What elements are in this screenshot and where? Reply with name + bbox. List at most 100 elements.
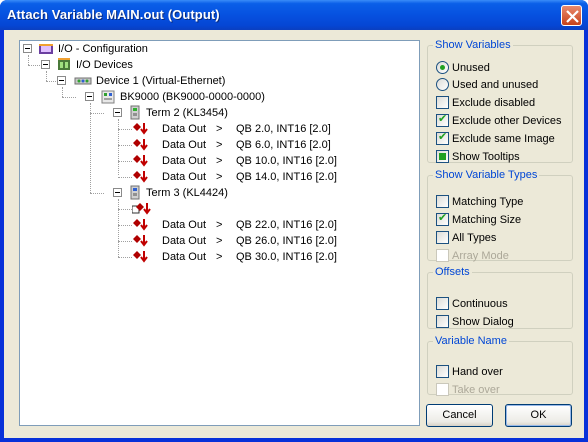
collapse-icon[interactable]: [113, 188, 122, 197]
checkbox-icon: [436, 211, 449, 226]
checkbox-icon: [436, 231, 449, 244]
collapse-icon[interactable]: [23, 44, 32, 53]
collapse-icon[interactable]: [57, 76, 66, 85]
checkbox-icon: [436, 315, 449, 328]
option-label: Hand over: [452, 366, 503, 378]
option-label: Take over: [452, 384, 500, 396]
variable-info: QB 18.0, INT16 [2.0]: [248, 203, 349, 215]
variable-arrow: >: [216, 235, 223, 247]
variable-name: Data Out: [162, 219, 207, 231]
tree-node-label: I/O - Configuration: [58, 43, 148, 55]
tree-node-label: Term 3 (KL4424): [146, 187, 228, 199]
variable-name: Data Out: [162, 155, 207, 167]
output-variable-icon: [133, 251, 148, 263]
io-devices-icon: [58, 58, 70, 70]
tree-node-label: BK9000 (BK9000-0000-0000): [120, 91, 265, 103]
variable-item[interactable]: Data Out > QB 2.0, INT16 [2.0]: [132, 121, 372, 137]
variable-arrow: >: [216, 171, 223, 183]
collapse-icon[interactable]: [41, 60, 50, 69]
variable-name: Data Out: [162, 139, 207, 151]
checkbox-matching-size[interactable]: Matching Size: [436, 211, 566, 228]
variable-name: Data Out: [162, 235, 207, 247]
tree-node-device-1[interactable]: Device 1 (Virtual-Ethernet): [20, 73, 240, 89]
linked-output-variable-icon: [132, 203, 151, 215]
checkbox-icon: [436, 195, 449, 208]
output-variable-icon: [133, 219, 148, 231]
checkbox-exclude-same-image[interactable]: Exclude same Image: [436, 130, 566, 147]
variable-name: Data Out: [162, 251, 207, 263]
variable-arrow: >: [216, 139, 223, 151]
checkbox-icon: [436, 130, 449, 145]
variable-arrow: >: [216, 123, 223, 135]
option-label: Exclude disabled: [452, 97, 536, 109]
close-icon: [566, 10, 579, 23]
dialog-client-area: I/O - Configuration I/O Devices Device 1…: [4, 30, 584, 438]
variable-item[interactable]: Data Out > QB 14.0, INT16 [2.0]: [132, 169, 372, 185]
tree-node-label: I/O Devices: [76, 59, 133, 71]
variable-tree[interactable]: I/O - Configuration I/O Devices Device 1…: [19, 40, 420, 426]
checkbox-icon: [436, 150, 449, 163]
cancel-button[interactable]: Cancel: [426, 404, 493, 427]
output-variable-icon: [133, 139, 148, 151]
checkbox-exclude-other-devices[interactable]: Exclude other Devices: [436, 112, 570, 129]
io-config-icon: [39, 44, 53, 54]
option-label: All Types: [452, 232, 497, 244]
option-label: Exclude same Image: [452, 133, 555, 145]
checkbox-take-over[interactable]: Take over: [436, 382, 566, 398]
terminal-icon: [130, 185, 140, 200]
variable-item[interactable]: Data Out > QB 30.0, INT16 [2.0]: [132, 249, 372, 265]
variable-item[interactable]: Data Out > QB 22.0, INT16 [2.0]: [132, 217, 372, 233]
tree-node-io-devices[interactable]: I/O Devices: [20, 57, 220, 73]
collapse-icon[interactable]: [85, 92, 94, 101]
checkbox-continuous[interactable]: Continuous: [436, 296, 566, 312]
checkbox-array-mode[interactable]: Array Mode: [436, 248, 566, 264]
variable-name: Data Out: [162, 171, 207, 183]
option-label: Array Mode: [452, 250, 509, 262]
option-label: Unused: [452, 62, 490, 74]
variable-arrow: >: [216, 251, 223, 263]
variable-info: QB 26.0, INT16 [2.0]: [236, 235, 337, 247]
variable-info: QB 22.0, INT16 [2.0]: [236, 219, 337, 231]
group-legend: Variable Name: [435, 335, 507, 347]
group-legend: Show Variables: [435, 39, 511, 51]
checkbox-matching-type[interactable]: Matching Type: [436, 194, 566, 210]
output-variable-icon: [133, 235, 148, 247]
variable-item[interactable]: Data Out > QB 6.0, INT16 [2.0]: [132, 137, 372, 153]
variable-item[interactable]: Data Out > QB 10.0, INT16 [2.0]: [132, 153, 372, 169]
variable-arrow: >: [216, 155, 223, 167]
checkbox-hand-over[interactable]: Hand over: [436, 364, 566, 380]
checkbox-icon: [436, 297, 449, 310]
variable-name: Data Out: [162, 123, 207, 135]
tree-node-label: Term 2 (KL3454): [146, 107, 228, 119]
option-label: Continuous: [452, 298, 508, 310]
variable-item[interactable]: Data Out > QB 26.0, INT16 [2.0]: [132, 233, 372, 249]
group-show-variable-types: Show Variable Types Matching Type Matchi…: [427, 169, 573, 264]
tree-node-term-2[interactable]: Term 2 (KL3454): [20, 105, 260, 121]
radio-icon: [436, 61, 449, 74]
checkbox-show-dialog[interactable]: Show Dialog: [436, 314, 566, 330]
checkbox-all-types[interactable]: All Types: [436, 230, 566, 246]
collapse-icon[interactable]: [113, 108, 122, 117]
radio-used-and-unused[interactable]: Used and unused: [436, 77, 566, 93]
checkbox-exclude-disabled[interactable]: Exclude disabled: [436, 95, 566, 111]
variable-info: QB 6.0, INT16 [2.0]: [236, 139, 331, 151]
variable-arrow: >: [216, 219, 223, 231]
checkbox-icon: [436, 96, 449, 109]
variable-name: Data Out: [174, 203, 219, 215]
tree-node-label: Device 1 (Virtual-Ethernet): [96, 75, 226, 87]
title-bar[interactable]: Attach Variable MAIN.out (Output): [0, 0, 588, 30]
tree-node-io-configuration[interactable]: I/O - Configuration: [20, 41, 220, 57]
checkbox-show-tooltips[interactable]: Show Tooltips: [436, 149, 566, 165]
tree-node-bk9000[interactable]: BK9000 (BK9000-0000-0000): [20, 89, 280, 105]
output-variable-icon: [133, 155, 148, 167]
variable-item-selected[interactable]: Data Out > QB 18.0, INT16 [2.0]: [132, 201, 372, 217]
radio-unused[interactable]: Unused: [436, 60, 566, 76]
close-button[interactable]: [561, 5, 582, 26]
tree-node-term-3[interactable]: Term 3 (KL4424): [20, 185, 260, 201]
group-legend: Show Variable Types: [435, 169, 538, 181]
group-offsets: Offsets Continuous Show Dialog: [427, 266, 573, 329]
variable-info: QB 10.0, INT16 [2.0]: [236, 155, 337, 167]
option-label: Show Dialog: [452, 316, 514, 328]
ok-button[interactable]: OK: [505, 404, 572, 427]
variable-info: QB 2.0, INT16 [2.0]: [236, 123, 331, 135]
